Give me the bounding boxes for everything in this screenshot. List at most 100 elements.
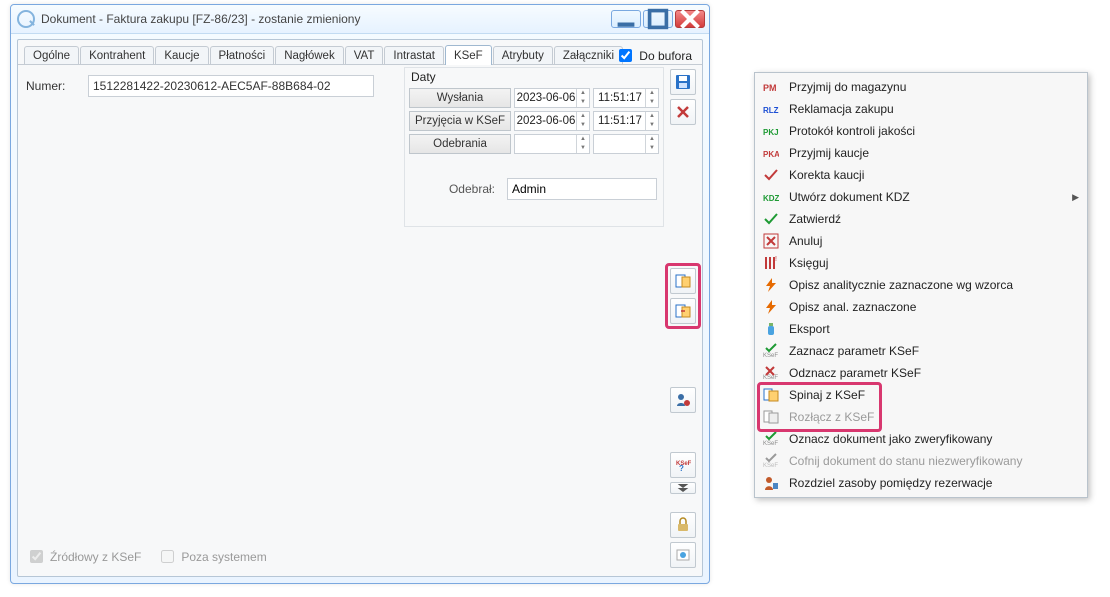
toolbar-highlight — [665, 263, 701, 329]
tab-kaucje[interactable]: Kaucje — [155, 46, 208, 65]
window-controls — [611, 10, 705, 28]
tab-vat[interactable]: VAT — [345, 46, 384, 65]
menu-item-9[interactable]: Opisz analitycznie zaznaczone wg wzorca — [757, 274, 1085, 296]
menu-item-8[interactable]: ! Księguj — [757, 252, 1085, 274]
menu-item-label: Zatwierdź — [789, 212, 841, 226]
tab-intrastat[interactable]: Intrastat — [384, 46, 444, 65]
right-toolbar: KSeF? — [668, 69, 698, 568]
do-bufora-checkbox[interactable] — [619, 49, 632, 62]
menu-item-label: Eksport — [789, 322, 830, 336]
menu-item-7[interactable]: Anuluj — [757, 230, 1085, 252]
menu-item-14[interactable]: Spinaj z KSeF — [757, 384, 1085, 406]
odebral-row: Odebrał: — [411, 178, 657, 200]
zrodlowy-checkbox — [30, 550, 43, 563]
person-icon — [761, 475, 781, 491]
ksef-help-button[interactable]: KSeF? — [670, 452, 696, 478]
menu-item-label: Spinaj z KSeF — [789, 388, 865, 402]
odebrania-button[interactable]: Odebrania — [409, 134, 511, 154]
menu-item-label: Opisz analitycznie zaznaczone wg wzorca — [789, 278, 1013, 292]
menu-item-6[interactable]: Zatwierdź — [757, 208, 1085, 230]
tab-atrybuty[interactable]: Atrybuty — [493, 46, 553, 65]
spinner-icon[interactable]: ▲▼ — [645, 112, 658, 130]
unlink-ksef-button[interactable] — [670, 298, 696, 324]
odebrania-time[interactable]: ▲▼ — [593, 134, 659, 154]
svg-text:PKJ: PKJ — [763, 128, 779, 137]
svg-text:!: ! — [775, 256, 777, 263]
maximize-button[interactable] — [643, 10, 673, 28]
odebral-input[interactable] — [507, 178, 657, 200]
menu-item-3[interactable]: PKAPrzyjmij kaucje — [757, 142, 1085, 164]
ksef-check-icon: KSeF — [761, 431, 781, 447]
tab-kontrahent[interactable]: Kontrahent — [80, 46, 154, 65]
numer-label: Numer: — [26, 79, 78, 93]
menu-item-10[interactable]: Opisz anal. zaznaczone — [757, 296, 1085, 318]
tab-płatności[interactable]: Płatności — [210, 46, 275, 65]
window-inner: OgólneKontrahentKaucjePłatnościNagłówekV… — [17, 39, 703, 577]
menu-item-12[interactable]: KSeFZaznacz parametr KSeF — [757, 340, 1085, 362]
menu-item-16[interactable]: KSeFOznacz dokument jako zweryfikowany — [757, 428, 1085, 450]
menu-item-label: Księguj — [789, 256, 828, 270]
spinner-icon[interactable]: ▲▼ — [576, 112, 589, 130]
tab-ksef[interactable]: KSeF — [445, 45, 492, 65]
menu-item-label: Przyjmij kaucje — [789, 146, 869, 160]
odebral-label: Odebrał: — [411, 182, 495, 196]
menu-item-label: Reklamacja zakupu — [789, 102, 894, 116]
menu-item-label: Odznacz parametr KSeF — [789, 366, 921, 380]
lock-button[interactable] — [670, 512, 696, 538]
wyslania-date[interactable]: 2023-06-06▲▼ — [514, 88, 590, 108]
save-button[interactable] — [670, 69, 696, 95]
ksef-panel: Numer: Daty Wysłania 2023-06-06▲▼ 11:51:… — [18, 65, 666, 572]
do-bufora[interactable]: Do bufora — [615, 46, 692, 65]
user-button[interactable] — [670, 387, 696, 413]
bolt-icon — [761, 277, 781, 293]
window-title-text: Dokument - Faktura zakupu [FZ-86/23] - z… — [41, 12, 360, 26]
odebrania-date[interactable]: ▲▼ — [514, 134, 590, 154]
check-red-icon — [761, 167, 781, 183]
spinner-icon[interactable]: ▲▼ — [645, 89, 658, 107]
tabs-row: OgólneKontrahentKaucjePłatnościNagłówekV… — [18, 40, 702, 64]
menu-item-label: Opisz anal. zaznaczone — [789, 300, 916, 314]
link-ksef-button[interactable] — [670, 268, 696, 294]
przyjecia-date[interactable]: 2023-06-06▲▼ — [514, 111, 590, 131]
svg-text:PM: PM — [763, 83, 777, 93]
wyslania-button[interactable]: Wysłania — [409, 88, 511, 108]
kdz-icon: KDZ — [761, 189, 781, 205]
bars-icon: ! — [761, 255, 781, 271]
menu-item-0[interactable]: PMPrzyjmij do magazynu — [757, 76, 1085, 98]
tab-nagłówek[interactable]: Nagłówek — [275, 46, 344, 65]
pkj-icon: PKJ — [761, 123, 781, 139]
pm-icon: PM — [761, 79, 781, 95]
menu-item-label: Cofnij dokument do stanu niezweryfikowan… — [789, 454, 1022, 468]
misc-button[interactable] — [670, 542, 696, 568]
menu-item-1[interactable]: RLZReklamacja zakupu — [757, 98, 1085, 120]
przyjecia-time[interactable]: 11:51:17▲▼ — [593, 111, 659, 131]
menu-item-18[interactable]: Rozdziel zasoby pomiędzy rezerwacje — [757, 472, 1085, 494]
minimize-button[interactable] — [611, 10, 641, 28]
spinner-icon[interactable]: ▲▼ — [645, 135, 658, 153]
menu-item-13[interactable]: KSeF Odznacz parametr KSeF — [757, 362, 1085, 384]
close-button[interactable] — [675, 10, 705, 28]
tab-załączniki[interactable]: Załączniki — [554, 46, 623, 65]
numer-input[interactable] — [88, 75, 374, 97]
do-bufora-label: Do bufora — [639, 49, 692, 63]
menu-item-2[interactable]: PKJ Protokół kontroli jakości — [757, 120, 1085, 142]
tab-ogólne[interactable]: Ogólne — [24, 46, 79, 65]
spinner-icon[interactable]: ▲▼ — [576, 89, 589, 107]
menu-item-11[interactable]: Eksport — [757, 318, 1085, 340]
menu-item-5[interactable]: KDZUtwórz dokument KDZ▶ — [757, 186, 1085, 208]
menu-item-4[interactable]: Korekta kaucji — [757, 164, 1085, 186]
dropdown-button[interactable] — [670, 482, 696, 494]
daty-group: Daty Wysłania 2023-06-06▲▼ 11:51:17▲▼ Pr… — [404, 67, 664, 227]
daty-title: Daty — [411, 70, 657, 84]
menu-item-label: Protokół kontroli jakości — [789, 124, 915, 138]
przyjecia-button[interactable]: Przyjęcia w KSeF — [409, 111, 511, 131]
svg-text:KSeF: KSeF — [763, 375, 778, 381]
link-grey-icon — [761, 409, 781, 425]
delete-button[interactable] — [670, 99, 696, 125]
svg-text:KSeF: KSeF — [763, 353, 778, 359]
menu-item-label: Rozdziel zasoby pomiędzy rezerwacje — [789, 476, 992, 490]
titlebar[interactable]: Dokument - Faktura zakupu [FZ-86/23] - z… — [11, 5, 709, 34]
spinner-icon[interactable]: ▲▼ — [576, 135, 589, 153]
daty-grid: Wysłania 2023-06-06▲▼ 11:51:17▲▼ Przyjęc… — [409, 88, 657, 154]
wyslania-time[interactable]: 11:51:17▲▼ — [593, 88, 659, 108]
